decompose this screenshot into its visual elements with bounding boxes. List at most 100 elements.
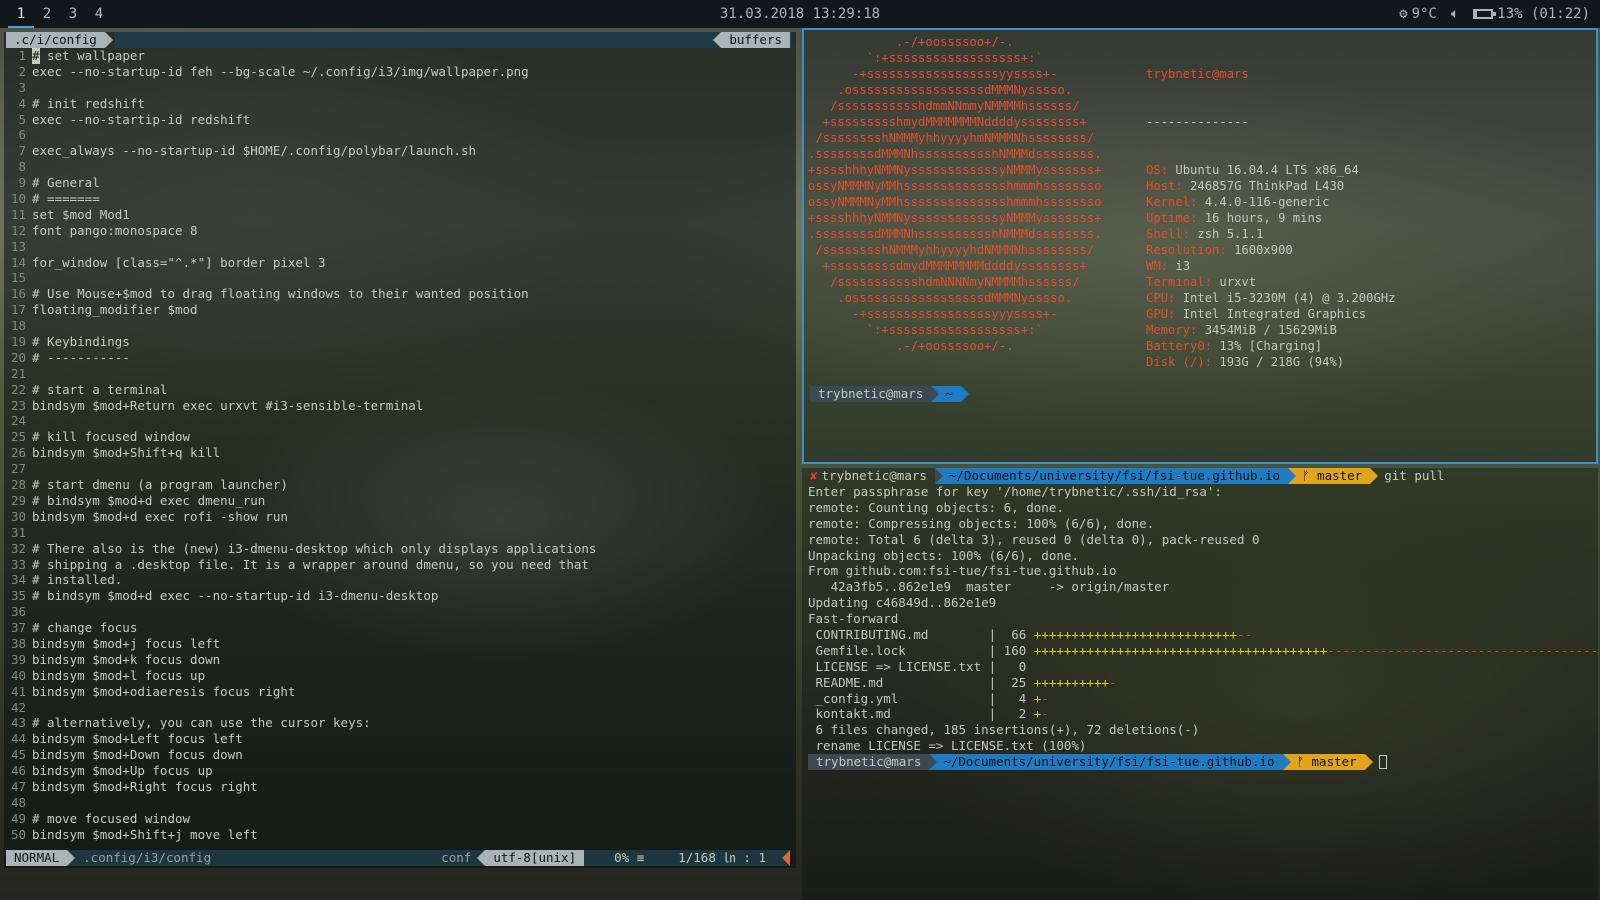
- workspace-4[interactable]: 4: [86, 0, 112, 28]
- code-line[interactable]: 42: [4, 700, 796, 716]
- code-line[interactable]: 23 bindsym $mod+Return exec urxvt #i3-sen…: [4, 398, 796, 414]
- code-line[interactable]: 20 # -----------: [4, 350, 796, 366]
- line-number: 36: [10, 604, 26, 620]
- code-line[interactable]: 10 # =======: [4, 191, 796, 207]
- code-line[interactable]: 8: [4, 159, 796, 175]
- tab-current-file[interactable]: .c/i/config: [6, 32, 113, 48]
- diffstat-count: 25: [996, 674, 1027, 690]
- code-line[interactable]: 50 bindsym $mod+Shift+j move left: [4, 827, 796, 843]
- tab-buffers[interactable]: buffers: [713, 32, 790, 48]
- code-line[interactable]: 13: [4, 239, 796, 255]
- code-line[interactable]: 4 # init redshift: [4, 96, 796, 112]
- line-number: 43: [10, 715, 26, 731]
- code-line[interactable]: 34 # installed.: [4, 572, 796, 588]
- code-line[interactable]: 22 # start a terminal: [4, 382, 796, 398]
- code-line[interactable]: 5 exec --no-startip-id redshift: [4, 112, 796, 128]
- git-output: Enter passphrase for key '/home/trybneti…: [802, 484, 1598, 627]
- code-line[interactable]: 40 bindsym $mod+l focus up: [4, 668, 796, 684]
- code-line[interactable]: 44 bindsym $mod+Left focus left: [4, 731, 796, 747]
- line-text: bindsym $mod+Right focus right: [32, 778, 258, 794]
- code-line[interactable]: 7 exec_always --no-startup-id $HOME/.conf…: [4, 143, 796, 159]
- polybar: 1234 31.03.2018 13:29:18 ⚙ 9°C 🔈︎ 13% (0…: [0, 0, 1600, 28]
- neofetch-terminal[interactable]: .-/+oossssoo+/-. `:+ssssssssssssssssss+:…: [802, 28, 1598, 464]
- line-text: # start dmenu (a program launcher): [32, 477, 288, 493]
- line-text: bindsym $mod+d exec rofi -show run: [32, 508, 288, 524]
- code-line[interactable]: 31: [4, 525, 796, 541]
- volume-module[interactable]: 🔈︎: [1451, 0, 1459, 28]
- code-line[interactable]: 2 exec --no-startup-id feh --bg-scale ~/.…: [4, 64, 796, 80]
- code-line[interactable]: 29 # bindsym $mod+d exec dmenu_run: [4, 493, 796, 509]
- code-line[interactable]: 43 # alternatively, you can use the curso…: [4, 715, 796, 731]
- code-line[interactable]: 12 font pango:monospace 8: [4, 223, 796, 239]
- prompt-user: trybnetic@mars: [808, 754, 938, 771]
- code-line[interactable]: 26 bindsym $mod+Shift+q kill: [4, 445, 796, 461]
- info-value: 3454MiB / 15629MiB: [1204, 323, 1337, 337]
- code-line[interactable]: 24: [4, 413, 796, 429]
- output-line: Enter passphrase for key '/home/trybneti…: [808, 484, 1222, 499]
- code-line[interactable]: 21: [4, 366, 796, 382]
- battery-value: 13% (01:22): [1497, 6, 1590, 22]
- code-line[interactable]: 48: [4, 795, 796, 811]
- diffstat-row: CONTRIBUTING.md | 66 +++++++++++++++++++…: [808, 627, 1253, 643]
- info-key: Shell: [1146, 227, 1183, 241]
- editor-buffer[interactable]: 1 # set wallpaper 2 exec --no-startup-id fe…: [4, 48, 796, 843]
- code-line[interactable]: 36: [4, 604, 796, 620]
- git-rename: rename LICENSE => LICENSE.txt (100%): [808, 738, 1087, 754]
- workspace-1[interactable]: 1: [8, 0, 34, 28]
- code-line[interactable]: 37 # change focus: [4, 620, 796, 636]
- code-line[interactable]: 47 bindsym $mod+Right focus right: [4, 779, 796, 795]
- code-line[interactable]: 32 # There also is the (new) i3-dmenu-des…: [4, 541, 796, 557]
- code-line[interactable]: 41 bindsym $mod+odiaeresis focus right: [4, 684, 796, 700]
- code-line[interactable]: 30 bindsym $mod+d exec rofi -show run: [4, 509, 796, 525]
- code-line[interactable]: 35 # bindsym $mod+d exec --no-startup-id …: [4, 588, 796, 604]
- line-number: 24: [10, 413, 26, 429]
- line-number: 30: [10, 508, 26, 524]
- code-line[interactable]: 9 # General: [4, 175, 796, 191]
- code-line[interactable]: 16 # Use Mouse+$mod to drag floating wind…: [4, 286, 796, 302]
- code-line[interactable]: 38 bindsym $mod+j focus left: [4, 636, 796, 652]
- code-line[interactable]: 28 # start dmenu (a program launcher): [4, 477, 796, 493]
- git-terminal[interactable]: ✘ trybnetic@mars ~/Documents/university/…: [802, 468, 1600, 900]
- info-key: Memory: [1146, 323, 1191, 337]
- line-number: 47: [10, 778, 26, 794]
- code-line[interactable]: 11 set $mod Mod1: [4, 207, 796, 223]
- line-text: exec --no-startip-id redshift: [32, 111, 251, 127]
- code-line[interactable]: 33 # shipping a .desktop file. It is a wr…: [4, 557, 796, 573]
- code-line[interactable]: 49 # move focused window: [4, 811, 796, 827]
- info-row: CPU: Intel i5-3230M (4) @ 3.200GHz: [1146, 291, 1396, 305]
- terminal-cursor[interactable]: [1378, 755, 1387, 770]
- code-line[interactable]: 14 for_window [class="^.*"] border pixel …: [4, 255, 796, 271]
- volume-icon[interactable]: 🔈︎: [1451, 0, 1459, 28]
- ascii-line: .ssssssssdMMMNhsssssssssshNMMMdssssssss.: [808, 227, 1102, 241]
- code-line[interactable]: 3: [4, 80, 796, 96]
- line-text: floating_modifier $mod: [32, 302, 198, 318]
- system-info: trybnetic@mars -------------- OS: Ubuntu…: [1146, 34, 1396, 402]
- ascii-line: +sssshhhyNMMNyssssssssssssyNMMMysssssss+: [808, 163, 1102, 177]
- shell-prompt: trybnetic@mars ~: [810, 386, 969, 402]
- code-line[interactable]: 1 # set wallpaper: [4, 48, 796, 64]
- code-line[interactable]: 15: [4, 270, 796, 286]
- code-line[interactable]: 27: [4, 461, 796, 477]
- ascii-line: .ssssssssdMMMNhsssssssssshNMMMdssssssss.: [808, 147, 1102, 161]
- code-line[interactable]: 17 floating_modifier $mod: [4, 302, 796, 318]
- info-value: 16 hours, 9 mins: [1204, 211, 1323, 225]
- prompt-branch: ᚠ master: [1288, 468, 1379, 484]
- git-summary: 6 files changed, 185 insertions(+), 72 d…: [808, 722, 1200, 738]
- code-line[interactable]: 45 bindsym $mod+Down focus down: [4, 747, 796, 763]
- workspace-2[interactable]: 2: [34, 0, 60, 28]
- code-line[interactable]: 25 # kill focused window: [4, 429, 796, 445]
- battery-icon: [1473, 9, 1497, 19]
- code-line[interactable]: 18: [4, 318, 796, 334]
- line-number: 40: [10, 667, 26, 683]
- line-text: set wallpaper: [39, 48, 145, 63]
- code-line[interactable]: 39 bindsym $mod+k focus down: [4, 652, 796, 668]
- ascii-line: -+ssssssssssssssssssyyssss+-: [808, 67, 1058, 81]
- line-text: # installed.: [32, 572, 123, 588]
- code-line[interactable]: 6: [4, 127, 796, 143]
- code-line[interactable]: 46 bindsym $mod+Up focus up: [4, 763, 796, 779]
- line-text: # There also is the (new) i3-dmenu-deskt…: [32, 540, 597, 556]
- workspace-3[interactable]: 3: [60, 0, 86, 28]
- vim-window[interactable]: .c/i/config buffers 1 # set wallpaper 2 exe…: [4, 32, 796, 868]
- git-prompt-2[interactable]: trybnetic@mars ~/Documents/university/fs…: [802, 754, 1598, 771]
- code-line[interactable]: 19 # Keybindings: [4, 334, 796, 350]
